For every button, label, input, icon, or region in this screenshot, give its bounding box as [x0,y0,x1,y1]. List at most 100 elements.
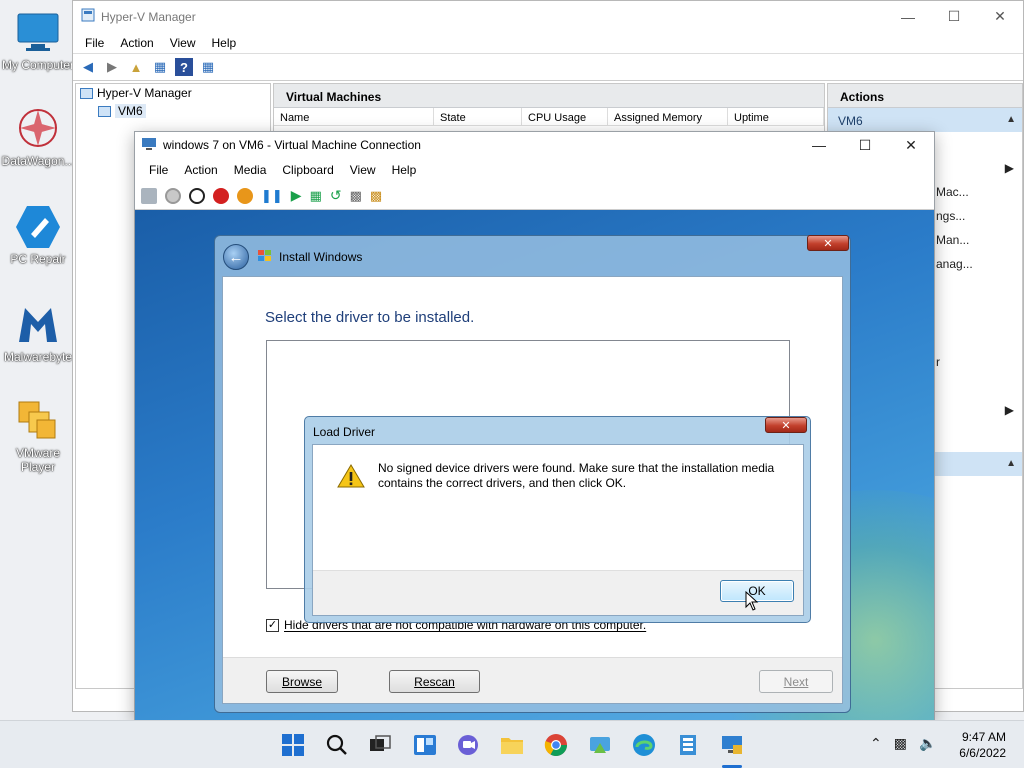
hyperv-menubar: File Action View Help [73,32,1023,54]
desktop-icon-my-computer[interactable]: My Computer [0,10,76,72]
show-hidden-icons-icon[interactable]: ⌃ [870,735,882,752]
menu-clipboard[interactable]: Clipboard [274,163,341,177]
desktop-icon-label: DataWagon... [1,154,75,168]
system-tray: ⌃ ▩ 🔈 [870,735,936,752]
windows-logo-icon [282,734,304,756]
taskbar: ⌃ ▩ 🔈 9:47 AM 6/6/2022 [0,720,1024,768]
hyperv-titlebar: Hyper-V Manager [73,1,1023,32]
show-hide-tree-icon[interactable]: ▦ [151,58,169,76]
menu-view[interactable]: View [342,163,384,177]
checkpoint-icon[interactable]: ▦ [310,188,322,204]
desktop-icon-datawagon[interactable]: DataWagon... [0,106,76,168]
start-button[interactable] [281,733,305,757]
menu-help[interactable]: Help [384,163,425,177]
close-button[interactable]: ✕ [977,1,1023,32]
ctrl-alt-del-icon[interactable] [141,187,157,204]
hyperv-window-controls: — ☐ ✕ [885,1,1023,32]
menu-action[interactable]: Action [176,163,225,177]
maximize-button[interactable]: ☐ [842,132,888,158]
install-windows-header: ← Install Windows ✕ [215,235,850,274]
server-manager-icon[interactable] [676,733,700,757]
load-driver-message: No signed device drivers were found. Mak… [378,461,775,490]
network-icon[interactable]: ▩ [894,735,907,752]
menu-file[interactable]: File [77,36,112,50]
up-folder-icon[interactable]: ▲ [127,58,145,76]
search-icon[interactable] [325,733,349,757]
chat-icon[interactable] [456,733,480,757]
menu-file[interactable]: File [141,163,176,177]
column-uptime[interactable]: Uptime [728,108,824,125]
actions-section-vm6[interactable]: VM6 ▲ [828,108,1022,132]
back-arrow-icon[interactable]: ◀ [79,58,97,76]
desktop-icon-label: VMware Player [15,446,60,474]
column-cpu[interactable]: CPU Usage [522,108,608,125]
virtual-machines-title: Virtual Machines [274,84,824,108]
hyperv-app-icon [81,8,95,25]
clock-time: 9:47 AM [961,730,1006,744]
hyperv-node-icon [80,87,93,99]
collapse-arrow-icon[interactable]: ▲ [1006,458,1016,469]
file-explorer-icon[interactable] [500,733,524,757]
close-button[interactable]: ✕ [765,417,807,433]
desktop-icon-malwarebytes[interactable]: Malwarebyte [0,302,76,364]
back-button[interactable]: ← [223,244,249,270]
start-icon[interactable] [165,187,181,204]
menu-help[interactable]: Help [204,36,245,50]
rescan-button[interactable]: Rescan [389,670,480,693]
save-state-icon[interactable] [237,187,253,204]
close-button[interactable]: ✕ [807,235,849,251]
column-name[interactable]: Name [274,108,434,125]
help-icon[interactable]: ? [175,58,193,76]
forward-arrow-icon[interactable]: ▶ [103,58,121,76]
show-hide-action-pane-icon[interactable]: ▦ [199,58,217,76]
menu-view[interactable]: View [162,36,204,50]
server-icon [98,105,111,117]
vm-connection-window: windows 7 on VM6 - Virtual Machine Conne… [134,131,935,720]
monitor-icon [15,10,61,56]
hyperv-taskbar-icon[interactable] [720,733,744,757]
resume-icon[interactable]: ▶ [291,187,302,204]
minimize-button[interactable]: — [796,132,842,158]
chrome-icon[interactable] [544,733,568,757]
enhanced-session-icon[interactable]: ▩ [350,188,362,204]
clock[interactable]: 9:47 AM 6/6/2022 [959,729,1006,761]
load-driver-dialog: Load Driver ✕ No signed device drivers w… [304,416,811,623]
desktop-icon-pc-repair[interactable]: PC Repair [0,204,76,266]
vm-menubar: File Action Media Clipboard View Help [135,158,934,182]
vm-screen[interactable]: ← Install Windows ✕ Select the driver to… [135,210,934,720]
checkbox[interactable]: ✓ [266,618,279,632]
vm-toolbar: ❚❚ ▶ ▦ ↺ ▩ ▩ [135,182,934,210]
install-windows-title: Install Windows [279,250,363,264]
widgets-icon[interactable] [413,733,437,757]
menu-media[interactable]: Media [226,163,275,177]
edge-icon[interactable] [632,733,656,757]
task-view-icon[interactable] [368,733,392,757]
share-icon[interactable]: ▩ [370,188,382,204]
load-driver-body: No signed device drivers were found. Mak… [312,444,804,616]
windows-flag-icon [257,248,273,264]
tree-root[interactable]: Hyper-V Manager [76,84,270,102]
menu-action[interactable]: Action [112,36,161,50]
browse-button[interactable]: Browse [266,670,338,693]
vm-column-headers: Name State CPU Usage Assigned Memory Upt… [274,108,824,126]
column-state[interactable]: State [434,108,522,125]
close-button[interactable]: ✕ [888,132,934,158]
shutdown-icon[interactable] [213,187,229,204]
revert-icon[interactable]: ↺ [330,187,342,204]
desktop-icon-vmware[interactable]: VMware Player [0,398,76,474]
minimize-button[interactable]: — [885,1,931,32]
collapse-arrow-icon[interactable]: ▲ [1006,114,1016,125]
pause-icon[interactable]: ❚❚ [261,188,283,204]
mouse-cursor-icon [745,590,759,614]
control-panel-icon[interactable] [588,733,612,757]
volume-icon[interactable]: 🔈 [919,735,936,752]
turn-off-icon[interactable] [189,187,205,204]
maximize-button[interactable]: ☐ [931,1,977,32]
next-button[interactable]: Next [759,670,833,693]
column-memory[interactable]: Assigned Memory [608,108,728,125]
warning-icon [337,463,365,492]
tree-node-vm6[interactable]: VM6 [76,102,270,120]
load-driver-footer: OK [313,570,803,615]
install-windows-footer: Browse Rescan Next [223,657,842,703]
clock-date: 6/6/2022 [959,746,1006,760]
